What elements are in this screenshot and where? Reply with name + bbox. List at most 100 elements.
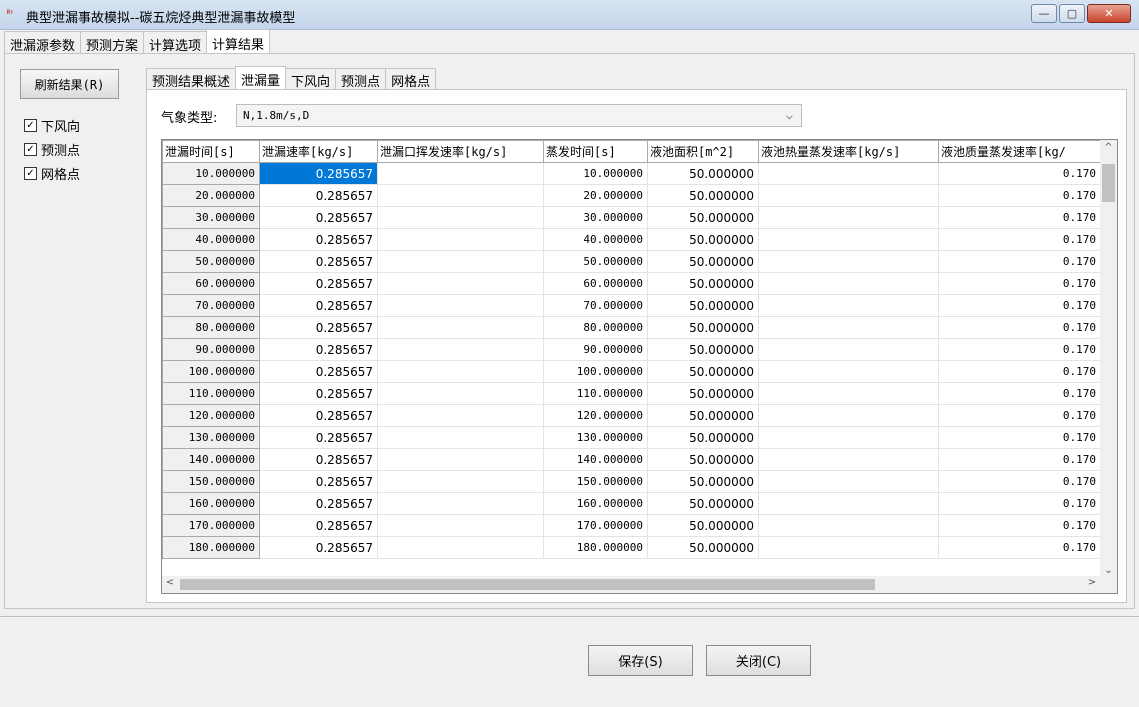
table-cell[interactable]: 180.000000 [543, 536, 648, 559]
table-cell[interactable]: 0.285657 [259, 206, 378, 229]
column-header[interactable]: 蒸发时间[s] [543, 140, 648, 163]
table-row[interactable]: 40.000000 0.285657 40.000000 50.000000 0.170 [162, 228, 1101, 251]
table-cell[interactable] [758, 514, 939, 537]
row-header-cell[interactable]: 170.000000 [162, 514, 260, 537]
vertical-scrollbar[interactable]: ^ ⌄ [1100, 140, 1117, 578]
table-cell[interactable] [377, 404, 544, 427]
table-cell[interactable] [758, 294, 939, 317]
table-row[interactable]: 170.000000 0.285657 170.000000 50.000000 0.1… [162, 514, 1101, 537]
table-cell[interactable]: 50.000000 [647, 404, 759, 427]
table-cell[interactable] [377, 206, 544, 229]
table-cell[interactable]: 0.170 [938, 162, 1101, 185]
table-cell[interactable]: 0.170 [938, 448, 1101, 471]
table-cell[interactable] [758, 316, 939, 339]
table-cell[interactable]: 120.000000 [543, 404, 648, 427]
table-row[interactable]: 20.000000 0.285657 20.000000 50.000000 0.170 [162, 184, 1101, 207]
row-header-cell[interactable]: 80.000000 [162, 316, 260, 339]
column-header[interactable]: 液池面积[m^2] [647, 140, 759, 163]
table-cell[interactable]: 50.000000 [647, 272, 759, 295]
table-cell[interactable]: 50.000000 [647, 206, 759, 229]
table-cell[interactable]: 60.000000 [543, 272, 648, 295]
table-cell[interactable]: 0.170 [938, 514, 1101, 537]
table-cell[interactable]: 0.285657 [259, 514, 378, 537]
table-cell[interactable] [758, 404, 939, 427]
table-cell[interactable]: 50.000000 [647, 162, 759, 185]
table-cell[interactable]: 0.170 [938, 294, 1101, 317]
table-cell[interactable]: 0.285657 [259, 404, 378, 427]
table-cell[interactable] [758, 338, 939, 361]
table-row[interactable]: 30.000000 0.285657 30.000000 50.000000 0.170 [162, 206, 1101, 229]
table-cell[interactable] [377, 294, 544, 317]
table-row[interactable]: 80.000000 0.285657 80.000000 50.000000 0.170 [162, 316, 1101, 339]
table-cell[interactable] [758, 426, 939, 449]
table-cell[interactable] [758, 492, 939, 515]
row-header-cell[interactable]: 180.000000 [162, 536, 260, 559]
table-cell[interactable]: 0.170 [938, 338, 1101, 361]
table-cell[interactable] [758, 360, 939, 383]
table-cell[interactable]: 0.170 [938, 184, 1101, 207]
table-cell[interactable]: 0.285657 [259, 272, 378, 295]
table-cell[interactable]: 100.000000 [543, 360, 648, 383]
table-row[interactable]: 60.000000 0.285657 60.000000 50.000000 0.170 [162, 272, 1101, 295]
table-cell[interactable] [377, 184, 544, 207]
row-header-cell[interactable]: 160.000000 [162, 492, 260, 515]
table-cell[interactable]: 50.000000 [647, 360, 759, 383]
checkbox-downwind[interactable]: ✓ 下风向 [24, 116, 80, 135]
table-row[interactable]: 100.000000 0.285657 100.000000 50.000000 0.1… [162, 360, 1101, 383]
table-cell[interactable] [377, 338, 544, 361]
table-cell[interactable]: 70.000000 [543, 294, 648, 317]
tab-leak-source-params[interactable]: 泄漏源参数 [4, 31, 82, 54]
column-header[interactable]: 液池热量蒸发速率[kg/s] [758, 140, 939, 163]
row-header-cell[interactable]: 150.000000 [162, 470, 260, 493]
table-cell[interactable]: 0.285657 [259, 536, 378, 559]
table-cell[interactable] [377, 514, 544, 537]
tab-grid-point[interactable]: 网格点 [385, 68, 437, 90]
close-button[interactable]: 关闭(C) [706, 645, 811, 676]
table-cell[interactable]: 0.285657 [259, 382, 378, 405]
scroll-down-icon[interactable]: ⌄ [1100, 565, 1117, 576]
table-cell[interactable] [377, 272, 544, 295]
table-cell[interactable]: 0.285657 [259, 360, 378, 383]
table-cell[interactable]: 10.000000 [543, 162, 648, 185]
table-cell[interactable]: 0.285657 [259, 294, 378, 317]
tab-prediction-scheme[interactable]: 预测方案 [80, 31, 145, 54]
table-row[interactable]: 70.000000 0.285657 70.000000 50.000000 0.170 [162, 294, 1101, 317]
column-header[interactable]: 泄漏时间[s] [162, 140, 260, 163]
table-cell[interactable] [758, 536, 939, 559]
row-header-cell[interactable]: 10.000000 [162, 162, 260, 185]
table-cell[interactable]: 150.000000 [543, 470, 648, 493]
table-cell[interactable] [758, 228, 939, 251]
checkbox-checked-icon[interactable]: ✓ [24, 167, 37, 180]
table-row[interactable]: 180.000000 0.285657 180.000000 50.000000 0.1… [162, 536, 1101, 559]
table-cell[interactable]: 0.285657 [259, 470, 378, 493]
table-cell[interactable] [377, 250, 544, 273]
table-cell[interactable] [758, 382, 939, 405]
table-cell[interactable]: 50.000000 [647, 184, 759, 207]
row-header-cell[interactable]: 100.000000 [162, 360, 260, 383]
table-cell[interactable]: 160.000000 [543, 492, 648, 515]
table-cell[interactable]: 130.000000 [543, 426, 648, 449]
row-header-cell[interactable]: 110.000000 [162, 382, 260, 405]
table-cell[interactable] [377, 382, 544, 405]
checkbox-checked-icon[interactable]: ✓ [24, 119, 37, 132]
table-cell[interactable]: 0.170 [938, 228, 1101, 251]
table-cell[interactable]: 0.170 [938, 426, 1101, 449]
table-cell[interactable] [377, 162, 544, 185]
row-header-cell[interactable]: 120.000000 [162, 404, 260, 427]
table-cell[interactable] [377, 492, 544, 515]
horizontal-scroll-thumb[interactable] [180, 579, 875, 590]
table-cell[interactable]: 0.170 [938, 360, 1101, 383]
table-cell[interactable] [377, 448, 544, 471]
table-cell[interactable]: 20.000000 [543, 184, 648, 207]
weather-type-select[interactable]: N,1.8m/s,D ⌵ [236, 104, 802, 127]
table-row[interactable]: 110.000000 0.285657 110.000000 50.000000 0.1… [162, 382, 1101, 405]
row-header-cell[interactable]: 30.000000 [162, 206, 260, 229]
table-cell[interactable]: 50.000000 [647, 338, 759, 361]
table-row[interactable]: 10.000000 0.285657 10.000000 50.000000 0.170 [162, 162, 1101, 185]
scroll-right-icon[interactable]: > [1086, 577, 1098, 588]
table-cell[interactable]: 140.000000 [543, 448, 648, 471]
table-cell[interactable]: 0.285657 [259, 426, 378, 449]
tab-result-overview[interactable]: 预测结果概述 [146, 68, 237, 90]
table-cell[interactable]: 0.285657 [259, 250, 378, 273]
table-row[interactable]: 140.000000 0.285657 140.000000 50.000000 0.1… [162, 448, 1101, 471]
